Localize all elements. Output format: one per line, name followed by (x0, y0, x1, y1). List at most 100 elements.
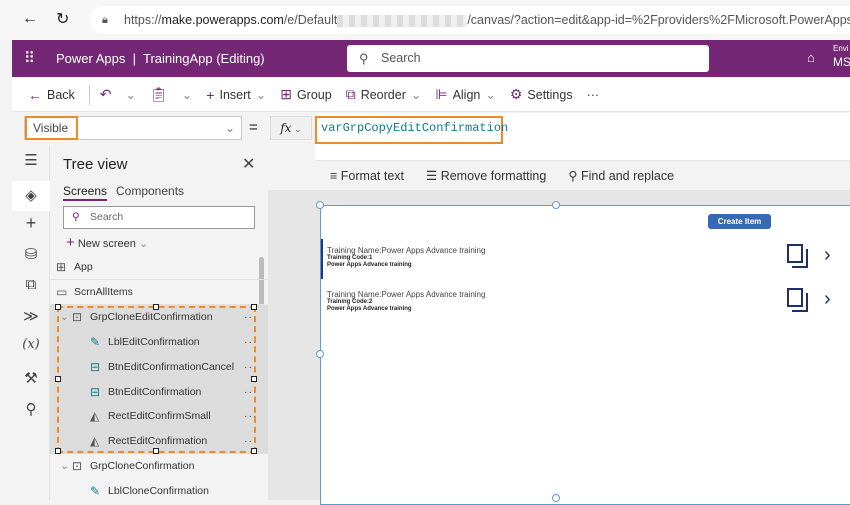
media-icon[interactable]: ⧉ (12, 276, 50, 293)
align-icon: ⊫ (435, 86, 448, 102)
search-input[interactable]: ⚲ Search (347, 45, 709, 72)
tree-item[interactable]: ▭ ScrnAllItems (50, 280, 268, 305)
tab-components[interactable]: Components (116, 184, 184, 198)
back-label: Back (47, 87, 75, 102)
selection-outline (57, 306, 256, 453)
selection-handle[interactable] (55, 376, 61, 382)
copy-icon[interactable] (787, 288, 809, 312)
settings-button[interactable]: ⚙ Settings (510, 86, 573, 103)
gear-icon: ⚙ (509, 86, 523, 102)
training-code: Training Code:2 (327, 299, 373, 305)
address-bar[interactable]: 🔒︎ https://make.powerapps.com/e/Default /… (90, 6, 850, 34)
remove-formatting-button[interactable]: ☰ Remove formatting (426, 168, 546, 183)
training-code: Training Code:1 (327, 255, 373, 261)
app-title: Power Apps | TrainingApp (Editing) (56, 51, 265, 66)
training-desc: Power Apps Advance training (327, 306, 412, 312)
insert-button[interactable]: + Insert ⌄ (206, 87, 266, 103)
selection-handle[interactable] (55, 304, 61, 310)
fx-button[interactable]: fx ⌄ (270, 116, 312, 140)
selected-row-indicator (321, 239, 323, 279)
remove-formatting-label: Remove formatting (440, 169, 547, 183)
training-desc: Power Apps Advance training (327, 262, 412, 268)
copy-icon[interactable] (787, 244, 809, 268)
back-arrow-icon[interactable]: ← (22, 10, 38, 28)
paste-button[interactable]: 📋︎ (150, 86, 168, 103)
selection-handle[interactable] (153, 304, 159, 310)
chevron-down-icon: ⌄ (224, 121, 235, 135)
more-label: ··· (586, 87, 600, 102)
resize-handle[interactable] (316, 201, 324, 209)
search-icon[interactable]: ⚲ (12, 400, 50, 418)
label-icon: ✎ (90, 483, 101, 498)
tree-item[interactable]: ⌄ ⊡ GrpCloneConfirmation (50, 453, 268, 478)
search-icon: ⚲ (568, 169, 578, 183)
tab-screens[interactable]: Screens (63, 184, 108, 201)
close-icon[interactable]: ✕ (242, 154, 255, 174)
selection-handle[interactable] (251, 376, 257, 382)
environment-value[interactable]: MSI (833, 55, 850, 69)
back-button[interactable]: ← Back (28, 87, 75, 103)
lock-icon: 🔒︎ (102, 14, 108, 26)
plus-icon: + (206, 86, 215, 103)
tools-icon[interactable]: ⚒ (12, 369, 50, 387)
chevron-right-icon[interactable]: › (824, 288, 831, 311)
tree-item[interactable]: ✎ LblCloneConfirmation (50, 478, 268, 503)
find-replace-button[interactable]: ⚲ Find and replace (568, 168, 674, 183)
group-icon: ⊞ (280, 86, 292, 102)
reorder-button[interactable]: ⧉ Reorder ⌄ (346, 86, 422, 103)
new-screen-button[interactable]: + New screen ⌄ (66, 234, 148, 251)
equals-sign: = (249, 119, 258, 136)
variables-icon[interactable]: (x) (12, 337, 50, 352)
search-icon: ⚲ (359, 51, 369, 66)
tree-item-label: ScrnAllItems (74, 285, 133, 298)
fx-label: fx (280, 121, 292, 135)
create-item-button[interactable]: Create Item (708, 214, 771, 229)
reorder-label: Reorder (360, 87, 406, 102)
group-button[interactable]: ⊞ Group (280, 86, 331, 103)
new-screen-label: New screen (77, 238, 136, 250)
gallery-item[interactable]: Training Name:Power Apps Advance trainin… (327, 244, 847, 268)
selection-handle[interactable] (251, 304, 257, 310)
group-icon: ⊡ (72, 458, 83, 473)
undo-icon: ↶ (99, 86, 112, 102)
app-launcher-icon[interactable]: ⠿ (24, 49, 35, 67)
training-name: Training Name:Power Apps Advance trainin… (327, 290, 486, 299)
insert-plus-icon[interactable]: + (12, 213, 50, 234)
chevron-right-icon[interactable]: › (824, 244, 831, 267)
undo-dropdown[interactable]: ⌄ (126, 87, 136, 102)
tree-item-label: App (74, 261, 93, 273)
format-text-icon: ≡ (330, 168, 338, 183)
group-label: Group (296, 87, 332, 102)
paste-dropdown[interactable]: ⌄ (182, 87, 192, 102)
selection-handle[interactable] (153, 448, 159, 454)
selection-handle[interactable] (55, 448, 61, 454)
command-bar: ← Back ↶ ⌄ 📋︎ ⌄ + Insert ⌄ ⊞ Group ⧉ Reorder ⌄… (12, 78, 850, 112)
power-automate-icon[interactable]: ≫ (12, 307, 50, 325)
screen-canvas[interactable]: Create Item Training Name:Power Apps Adv… (320, 205, 850, 505)
data-cylinder-icon[interactable]: ⛁ (12, 245, 50, 263)
formula-value[interactable]: varGrpCopyEditConfirmation (315, 116, 508, 144)
format-text-button[interactable]: ≡ Format text (330, 169, 404, 183)
formula-text: varGrpCopyEditConfirmation (321, 121, 509, 135)
resize-handle[interactable] (316, 350, 324, 358)
chevron-down-icon: ⌄ (138, 238, 149, 250)
back-icon: ← (28, 86, 42, 103)
resize-handle[interactable] (552, 201, 560, 209)
more-button[interactable]: ··· (587, 88, 600, 102)
environment-label: Envi (833, 44, 849, 53)
chevron-down-icon[interactable]: ⌄ (60, 460, 72, 472)
find-replace-label: Find and replace (580, 169, 675, 183)
gallery-item[interactable]: Training Name:Power Apps Advance trainin… (327, 288, 847, 312)
product-name: Power Apps (56, 51, 126, 66)
tree-view-layers-icon[interactable]: ◈ (12, 181, 50, 211)
align-button[interactable]: ⊫ Align ⌄ (435, 86, 495, 103)
refresh-icon[interactable]: ↻ (56, 9, 69, 29)
resize-handle[interactable] (552, 494, 560, 502)
undo-button[interactable]: ↶ (100, 86, 112, 103)
tree-item[interactable]: ⊞ App (50, 255, 268, 280)
tree-search-input[interactable]: ⚲ Search (63, 206, 255, 229)
environment-icon[interactable]: ⌂ (807, 50, 815, 65)
hamburger-menu-icon[interactable]: ☰ (12, 151, 50, 169)
selection-handle[interactable] (251, 448, 257, 454)
tree-item-label: LblCloneConfirmation (108, 484, 209, 497)
